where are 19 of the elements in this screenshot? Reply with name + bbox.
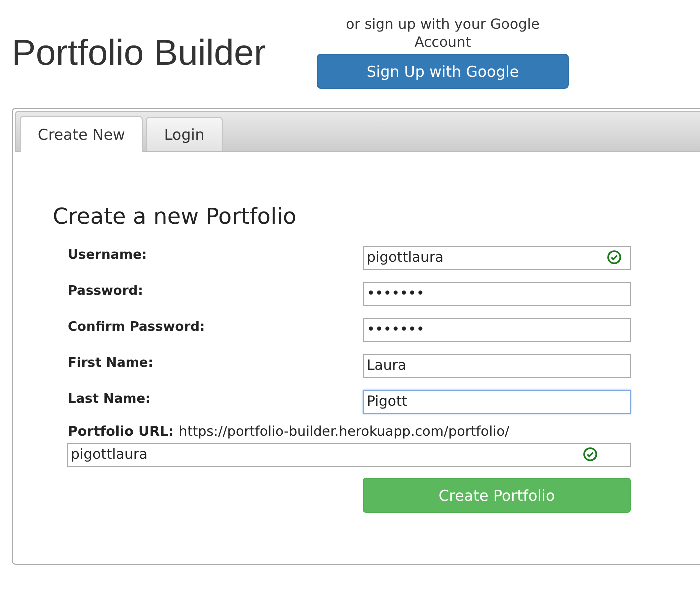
field-label: Username: xyxy=(68,248,148,262)
input-field[interactable]: Pigott xyxy=(363,390,631,414)
input-field[interactable]: Laura xyxy=(363,354,631,378)
field-label: First Name: xyxy=(68,356,154,370)
url-prefix: https://portfolio-builder.herokuapp.com/portfolio/ xyxy=(179,424,510,440)
input-field[interactable]: pigottlaura xyxy=(363,246,631,270)
input-field[interactable]: pigottlaura xyxy=(67,443,631,467)
tab[interactable]: Login xyxy=(146,117,223,151)
google-prompt: or sign up with your Google Account xyxy=(345,16,541,52)
field-label: Confirm Password: xyxy=(68,320,206,334)
page-title: Portfolio Builder xyxy=(12,32,268,74)
field-label: Last Name: xyxy=(68,392,152,406)
input-field[interactable]: ••••••• xyxy=(363,318,631,342)
input-field[interactable]: ••••••• xyxy=(363,282,631,306)
form-heading: Create a new Portfolio xyxy=(53,205,298,230)
tab[interactable]: Create New xyxy=(20,116,144,152)
field-label: Password: xyxy=(68,284,144,298)
google-signup-button[interactable]: Sign Up with Google xyxy=(317,54,569,89)
url-label: Portfolio URL: xyxy=(68,424,174,440)
